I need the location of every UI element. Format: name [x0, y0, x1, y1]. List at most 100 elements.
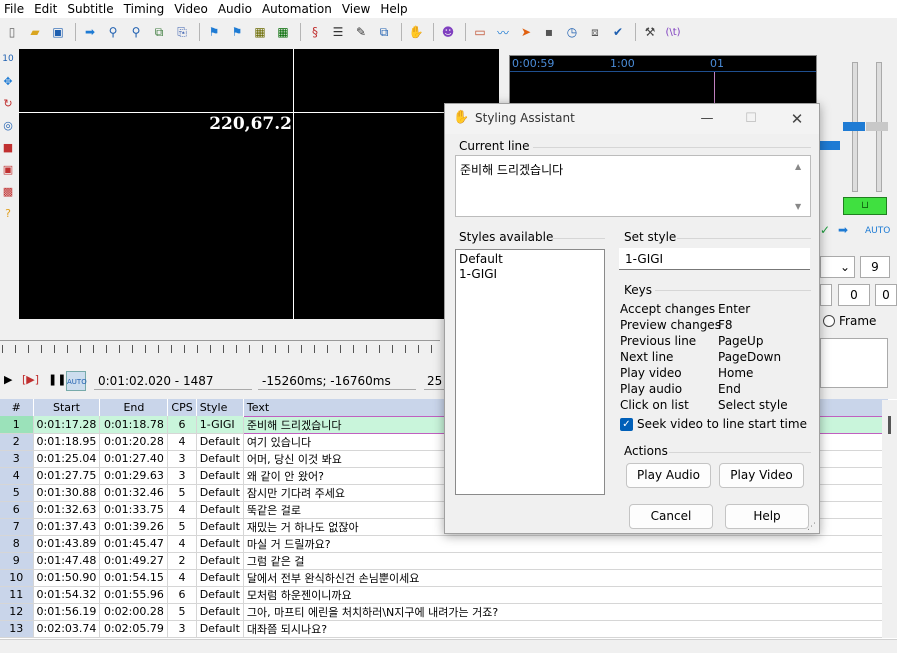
row-text: 그럼 같은 걸 [243, 552, 889, 570]
paste-icon[interactable]: ⎘ [172, 22, 192, 42]
styles-icon[interactable]: § [305, 22, 325, 42]
row-start: 0:01:47.48 [33, 552, 101, 570]
layer-field[interactable]: 9 [860, 256, 890, 278]
resample-icon[interactable]: ▭ [470, 22, 490, 42]
menu-subtitle[interactable]: Subtitle [63, 2, 119, 16]
scroll-down-icon[interactable]: ▼ [795, 202, 801, 211]
audio-zoom-thumb[interactable] [843, 122, 865, 131]
spellcheck-icon[interactable]: ✔ [608, 22, 628, 42]
menu-file[interactable]: File [0, 2, 30, 16]
style-dropdown[interactable]: ⌄ [820, 256, 855, 278]
resize-grip-icon[interactable]: ⋰ [807, 522, 816, 532]
properties-icon[interactable]: ☰ [328, 22, 348, 42]
help-icon[interactable]: ? [0, 202, 16, 224]
table-row[interactable]: 12 0:01:56.19 0:02:00.28 5 Default 그아, 마프티 에린… [0, 603, 889, 621]
video-time-field[interactable]: 0:01:02.020 - 1487 [94, 372, 252, 390]
options-icon[interactable]: ⚒ [640, 22, 660, 42]
menu-video[interactable]: Video [170, 2, 214, 16]
timing-post-icon[interactable]: 〰 [493, 22, 513, 42]
open-folder-icon[interactable]: ▰ [25, 22, 45, 42]
jump-arrow-icon[interactable]: ➡ [80, 22, 100, 42]
play-line-icon[interactable]: [▶] [22, 373, 39, 386]
table-row[interactable]: 11 0:01:54.32 0:01:55.96 6 Default 모처럼 하운젠이니까… [0, 586, 889, 604]
row-style: Default [196, 484, 244, 502]
pause-icon[interactable]: ❚❚ [48, 373, 66, 386]
margin-field-left[interactable] [820, 284, 832, 306]
auto-scroll-toggle[interactable]: AUTO [66, 371, 87, 391]
commit-check-icon[interactable]: ✓ [820, 223, 830, 237]
table-row[interactable]: 10 0:01:50.90 0:01:54.15 4 Default 달에서 전부 완식하… [0, 569, 889, 587]
film-icon-2[interactable]: ▦ [273, 22, 293, 42]
scale-tool-icon[interactable]: ■ [0, 136, 16, 158]
vector-clip-icon[interactable]: ▩ [0, 180, 16, 202]
table-row[interactable]: 9 0:01:47.48 0:01:49.27 2 Default 그럼 같은 걸 [0, 552, 889, 570]
automation-icon[interactable]: (\t) [663, 22, 683, 42]
video-start-icon[interactable]: ⚑ [204, 22, 224, 42]
margin-field-right[interactable]: 0 [875, 284, 897, 306]
scale-icon[interactable]: ⧈ [585, 22, 605, 42]
ruler-label: 0:00:59 [512, 57, 555, 70]
save-icon[interactable]: ▣ [48, 22, 68, 42]
cancel-button[interactable]: Cancel [629, 504, 713, 529]
help-button[interactable]: Help [725, 504, 809, 529]
audio-auto-commit-toggle[interactable]: AUTO [865, 221, 890, 241]
audio-slider-thumb[interactable] [819, 141, 840, 150]
menu-automation[interactable]: Automation [258, 2, 338, 16]
find-replace-icon[interactable]: ⚲ [126, 22, 146, 42]
stop-icon[interactable]: ▪ [539, 22, 559, 42]
minimize-icon[interactable]: — [695, 110, 719, 128]
style-option-1-gigi[interactable]: 1-GIGI [459, 267, 601, 282]
frame-radio[interactable]: Frame [823, 314, 876, 328]
translation-icon[interactable]: ☻ [438, 22, 458, 42]
style-option-default[interactable]: Default [459, 252, 601, 267]
clock-icon[interactable]: ◷ [562, 22, 582, 42]
play-video-button[interactable]: Play Video [719, 463, 804, 488]
menu-help[interactable]: Help [376, 2, 413, 16]
row-end: 0:01:49.27 [99, 552, 169, 570]
video-display[interactable] [19, 49, 499, 319]
keys-label: Keys [624, 283, 653, 297]
fonts-icon[interactable]: ⧉ [374, 22, 394, 42]
style-assistant-icon[interactable]: ✋ [406, 22, 426, 42]
play-audio-button[interactable]: Play Audio [626, 463, 711, 488]
menu-audio[interactable]: Audio [214, 2, 258, 16]
scroll-up-icon[interactable]: ▲ [795, 162, 801, 171]
seek-tick [236, 345, 237, 353]
rotate-xy-icon[interactable]: ◎ [0, 114, 16, 136]
key-row: Play video Home [620, 365, 753, 381]
kanji-timer-icon[interactable]: ➤ [516, 22, 536, 42]
video-end-icon[interactable]: ⚑ [227, 22, 247, 42]
rotate-z-icon[interactable]: ↻ [0, 92, 16, 114]
standard-tool-icon[interactable]: 10 [0, 48, 16, 70]
margin-field-mid[interactable]: 0 [838, 284, 870, 306]
audio-volume-thumb[interactable] [866, 122, 888, 131]
grid-scroll-thumb[interactable] [888, 416, 891, 434]
seek-tick [15, 345, 16, 353]
video-seek-slider[interactable] [0, 340, 440, 358]
play-icon[interactable]: ▶ [4, 373, 12, 386]
audio-commit-indicator[interactable]: ⊔ [843, 197, 887, 215]
row-style: Default [196, 535, 244, 553]
table-row[interactable]: 8 0:01:43.89 0:01:45.47 4 Default 마실 거 드릴까요? [0, 535, 889, 553]
seek-tick [379, 345, 380, 353]
line-text-editor[interactable] [820, 338, 888, 388]
film-icon[interactable]: ▦ [250, 22, 270, 42]
close-icon[interactable]: ✕ [785, 110, 809, 128]
set-style-input[interactable]: 1-GIGI [619, 248, 810, 270]
seek-video-checkbox[interactable]: ✓ Seek video to line start time [620, 417, 807, 431]
key-row: Click on list Select style [620, 397, 788, 413]
next-line-arrow-icon[interactable]: ➡ [838, 223, 848, 237]
menu-edit[interactable]: Edit [30, 2, 63, 16]
menu-view[interactable]: View [338, 2, 376, 16]
menu-timing[interactable]: Timing [120, 2, 171, 16]
attachments-icon[interactable]: ✎ [351, 22, 371, 42]
drag-tool-icon[interactable]: ✥ [0, 70, 16, 92]
find-icon[interactable]: ⚲ [103, 22, 123, 42]
row-cps: 6 [167, 416, 197, 434]
copy-icon[interactable]: ⧉ [149, 22, 169, 42]
grid-scrollbar[interactable] [882, 400, 897, 638]
styles-listbox[interactable]: Default 1-GIGI [455, 249, 605, 495]
clip-tool-icon[interactable]: ▣ [0, 158, 16, 180]
table-row[interactable]: 13 0:02:03.74 0:02:05.79 3 Default 대좌쯤 되시나요? [0, 620, 889, 638]
new-file-icon[interactable]: ▯ [2, 22, 22, 42]
